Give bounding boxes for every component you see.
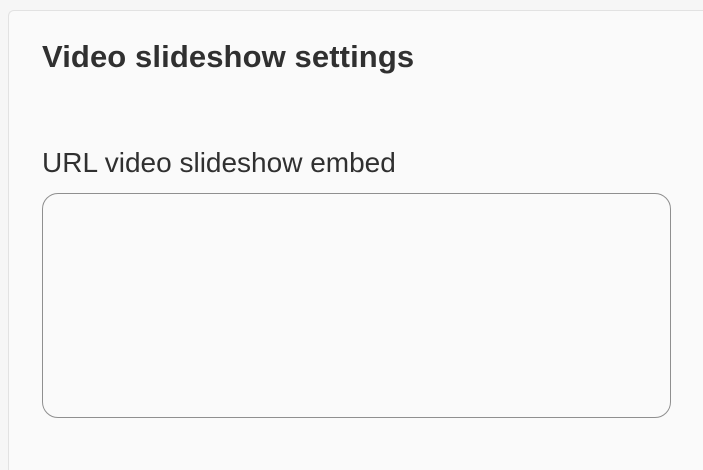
panel-title: Video slideshow settings xyxy=(42,39,415,74)
video-slideshow-settings-panel: Video slideshow settings URL video slide… xyxy=(8,10,703,470)
url-embed-textarea[interactable] xyxy=(42,193,671,418)
url-embed-label: URL video slideshow embed xyxy=(42,147,396,178)
